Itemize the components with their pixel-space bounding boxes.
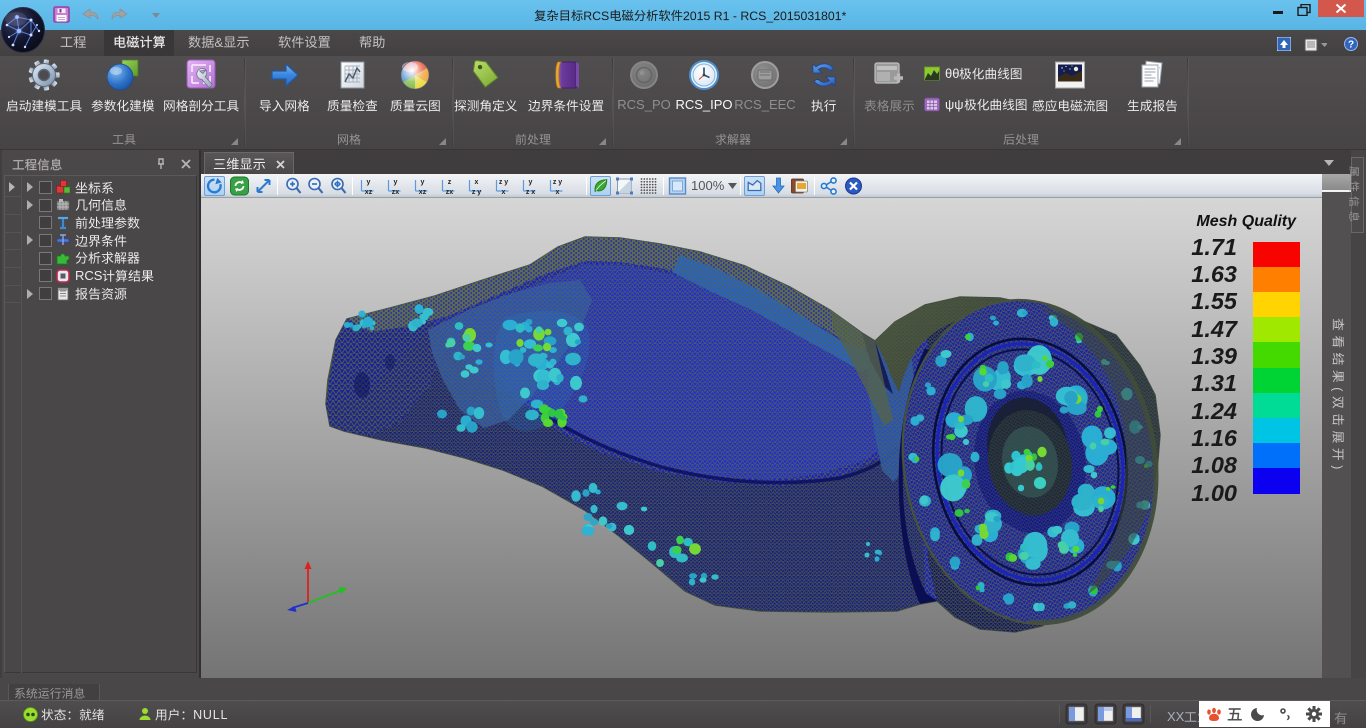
- svg-text:z: z: [448, 179, 452, 186]
- svg-text:zx: zx: [446, 189, 454, 196]
- svg-text:x: x: [502, 189, 506, 196]
- svg-text:xz: xz: [365, 189, 373, 196]
- svg-text:z y: z y: [553, 179, 562, 186]
- svg-text:z y: z y: [499, 179, 508, 186]
- svg-text:y: y: [529, 179, 533, 186]
- svg-text:z x: z x: [526, 189, 535, 196]
- svg-text:y: y: [421, 179, 425, 186]
- svg-text:?: ?: [1348, 40, 1354, 51]
- svg-text:y: y: [367, 179, 371, 186]
- svg-text:zx: zx: [392, 189, 400, 196]
- svg-text:y: y: [394, 179, 398, 186]
- svg-text:x: x: [475, 179, 479, 186]
- svg-text:z y: z y: [472, 189, 481, 196]
- svg-text:xz: xz: [419, 189, 427, 196]
- svg-text:x: x: [556, 189, 560, 196]
